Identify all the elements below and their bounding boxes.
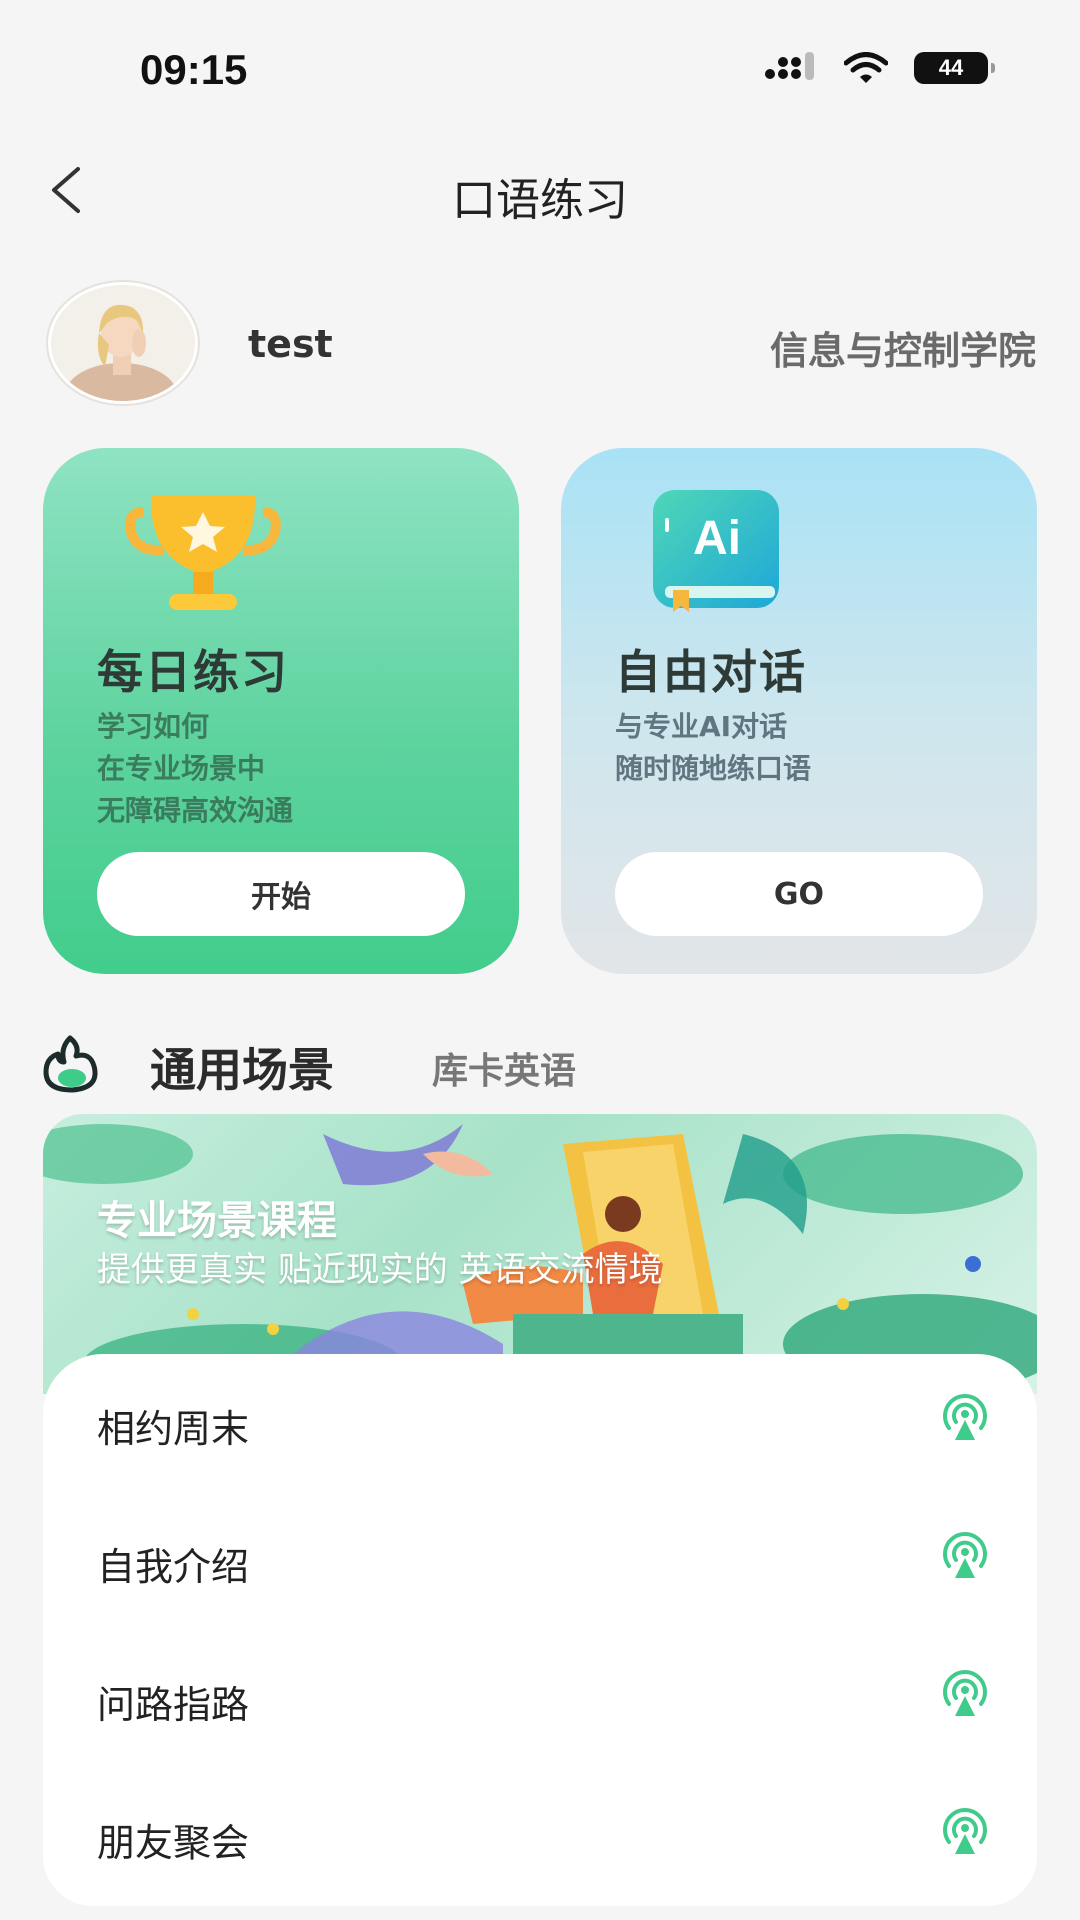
free-conversation-card[interactable]: Ai 自由对话 与专业AI对话 随时随地练口语 GO (561, 448, 1037, 974)
status-bar: 09:15 44 (0, 0, 1080, 140)
go-button[interactable]: GO (615, 852, 983, 936)
broadcast-icon[interactable] (937, 1806, 993, 1858)
start-button[interactable]: 开始 (97, 852, 465, 936)
course-banner[interactable]: 专业场景课程 提供更真实 贴近现实的 英语交流情境 (43, 1114, 1037, 1394)
scene-label: 问路指路 (97, 1683, 250, 1727)
status-icons: 44 (764, 52, 995, 84)
broadcast-icon[interactable] (937, 1530, 993, 1582)
page-title: 口语练习 (452, 175, 628, 226)
scene-label: 自我介绍 (97, 1545, 250, 1589)
list-item[interactable]: 朋友聚会 (43, 1768, 1037, 1906)
daily-practice-card[interactable]: 每日练习 学习如何 在专业场景中 无障碍高效沟通 开始 (43, 448, 519, 974)
banner-subtitle: 提供更真实 贴近现实的 英语交流情境 (97, 1250, 663, 1290)
status-time: 09:15 (140, 46, 248, 93)
avatar[interactable] (48, 282, 198, 404)
profile-row: test 信息与控制学院 (0, 270, 1080, 410)
section-header: 通用场景 库卡英语 (0, 1020, 1080, 1110)
card-title: 每日练习 (97, 645, 289, 699)
nav-bar: 口语练习 (0, 140, 1080, 240)
trophy-icon (125, 496, 281, 610)
ai-book-icon: Ai (653, 490, 779, 612)
card-description: 与专业AI对话 随时随地练口语 (615, 710, 812, 785)
username: test (248, 322, 333, 366)
banner-title: 专业场景课程 (97, 1198, 337, 1244)
flame-icon (43, 1035, 98, 1093)
broadcast-icon[interactable] (937, 1668, 993, 1720)
section-title: 通用场景 (150, 1043, 334, 1097)
list-item[interactable]: 相约周末 (43, 1354, 1037, 1492)
list-item[interactable]: 自我介绍 (43, 1492, 1037, 1630)
card-description: 学习如何 在专业场景中 无障碍高效沟通 (97, 710, 294, 827)
school-name: 信息与控制学院 (769, 329, 1036, 373)
scene-list: 相约周末 自我介绍 问路指路 朋友聚会 (43, 1354, 1037, 1906)
avatar-image (51, 285, 195, 401)
card-title: 自由对话 (615, 645, 807, 699)
section-subtitle[interactable]: 库卡英语 (432, 1042, 576, 1094)
scene-label: 相约周末 (97, 1407, 250, 1451)
signal-icon (765, 52, 814, 80)
battery-level: 44 (938, 55, 964, 80)
wifi-icon (844, 52, 888, 83)
broadcast-icon[interactable] (937, 1392, 993, 1444)
list-item[interactable]: 问路指路 (43, 1630, 1037, 1768)
scene-label: 朋友聚会 (97, 1821, 250, 1865)
battery-icon: 44 (914, 52, 995, 84)
ai-book-text: Ai (693, 512, 741, 565)
